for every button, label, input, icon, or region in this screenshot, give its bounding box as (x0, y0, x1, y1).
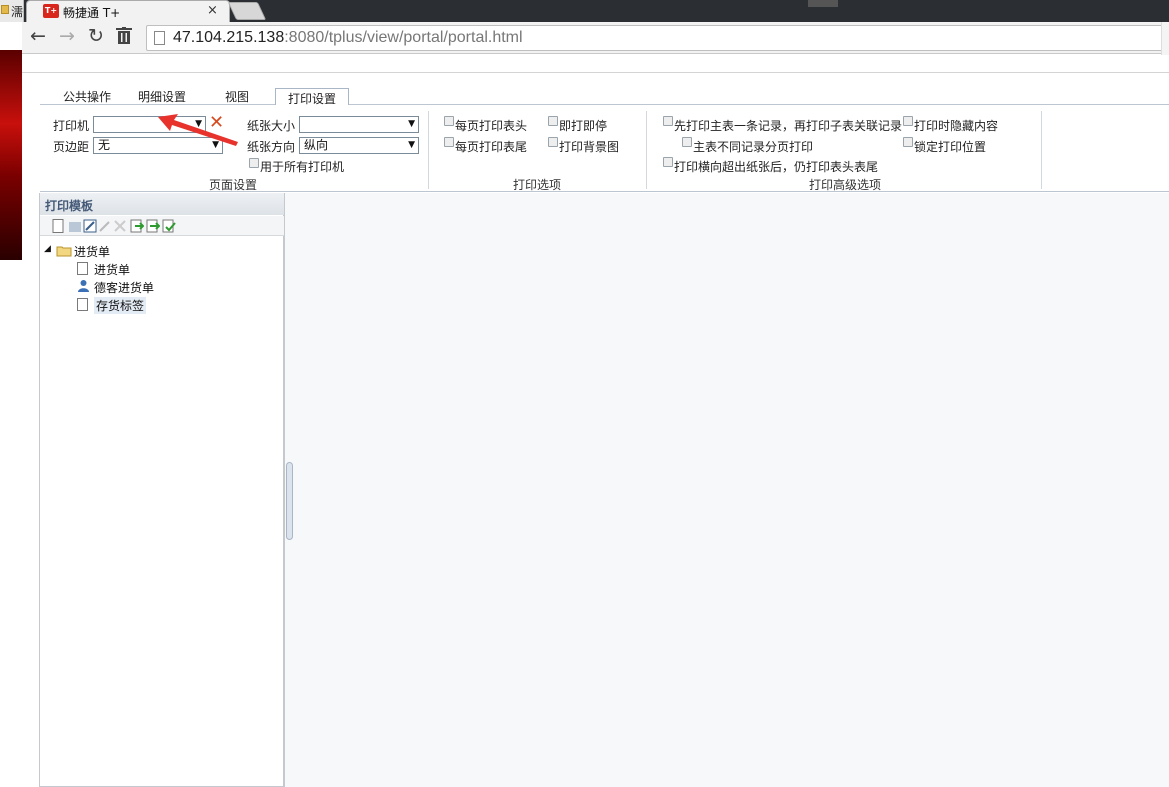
new-template-icon[interactable] (52, 219, 66, 233)
trash-icon[interactable] (116, 27, 132, 49)
page-icon (154, 31, 165, 45)
window-control[interactable] (808, 0, 838, 7)
import-template-icon[interactable] (130, 219, 145, 233)
print-background-checkbox[interactable] (548, 137, 558, 147)
address-bar[interactable]: 47.104.215.138:8080/tplus/view/portal/po… (146, 25, 1169, 51)
group-divider (646, 111, 647, 189)
group-divider (1041, 111, 1042, 189)
desktop-background (0, 22, 22, 787)
design-template-icon[interactable] (68, 219, 82, 233)
paper-size-select[interactable]: ▼ (299, 116, 419, 133)
tab-detail-settings[interactable]: 明细设置 (138, 88, 186, 105)
orientation-value: 纵向 (304, 138, 329, 152)
header-each-page-label: 每页打印表头 (455, 119, 528, 133)
print-options-group-label: 打印选项 (513, 178, 562, 192)
tab-label: 濡 (11, 5, 24, 19)
annotation-arrow-icon (158, 114, 238, 146)
footer-each-page-label: 每页打印表尾 (455, 140, 528, 154)
browser-toolbar: ← → ↻ 47.104.215.138:8080/tplus/view/por… (22, 22, 1169, 54)
lock-position-checkbox[interactable] (903, 137, 913, 147)
print-stop-checkbox[interactable] (548, 116, 558, 126)
tplus-logo-icon: T+ (43, 4, 59, 18)
print-background-label: 打印背景图 (559, 140, 620, 154)
document-icon (77, 262, 88, 275)
url-path: :8080/tplus/view/portal/portal.html (284, 29, 523, 46)
tree-root-label[interactable]: 进货单 (74, 243, 110, 260)
tree-expand-icon[interactable]: ◢ (44, 244, 51, 254)
print-stop-label: 即打即停 (559, 119, 608, 133)
tree-item-selected[interactable]: 存货标签 (94, 297, 147, 314)
orientation-label: 纸张方向 (247, 140, 296, 154)
tab-title: 畅捷通 T+ (63, 6, 121, 20)
tab-print-settings[interactable]: 打印设置 (275, 88, 350, 106)
reload-icon[interactable]: ↻ (88, 25, 104, 47)
margin-label: 页边距 (53, 140, 90, 154)
page-setup-group-label: 页面设置 (209, 178, 258, 192)
back-icon[interactable]: ← (30, 25, 46, 47)
hide-content-label: 打印时隐藏内容 (914, 119, 999, 133)
document-icon (77, 298, 88, 311)
main-first-checkbox[interactable] (663, 116, 673, 126)
folder-open-icon (56, 245, 72, 260)
page-by-main-label: 主表不同记录分页打印 (693, 140, 814, 154)
template-panel: 打印模板 ◢ 进货单 进货单 德客进货单 存货标签 (39, 193, 284, 787)
chevron-down-icon: ▼ (408, 140, 415, 150)
user-icon (77, 279, 90, 296)
tree-item[interactable]: 德客进货单 (94, 279, 154, 296)
all-printers-checkbox[interactable] (249, 158, 259, 168)
folder-icon (1, 5, 9, 14)
template-panel-title: 打印模板 (45, 199, 94, 213)
tab-common-operations[interactable]: 公共操作 (63, 88, 111, 105)
delete-template-icon[interactable] (113, 219, 127, 233)
group-divider (428, 111, 429, 189)
url-host: 47.104.215.138 (173, 29, 285, 46)
tab-close-icon[interactable]: × (207, 3, 218, 18)
margin-value: 无 (98, 138, 111, 152)
footer-each-page-checkbox[interactable] (444, 137, 454, 147)
tree-item[interactable]: 进货单 (94, 261, 130, 278)
divider (22, 72, 1169, 73)
edit-template-icon[interactable] (83, 219, 97, 233)
ribbon-tab-bar: 公共操作 明细设置 视图 打印设置 (40, 86, 1169, 106)
tab-view[interactable]: 视图 (225, 88, 249, 105)
template-preview-area (285, 193, 1169, 787)
template-panel-header: 打印模板 (40, 193, 284, 215)
main-first-label: 先打印主表一条记录，再打印子表关联记录 (674, 119, 903, 133)
header-each-page-checkbox[interactable] (444, 116, 454, 126)
template-toolbar (40, 216, 284, 236)
browser-tab-previous[interactable]: 濡 (0, 0, 24, 22)
splitter-handle[interactable] (286, 462, 293, 540)
advanced-group-label: 打印高级选项 (809, 178, 882, 192)
lock-position-label: 锁定打印位置 (914, 140, 987, 154)
forward-icon[interactable]: → (59, 25, 75, 47)
chevron-down-icon: ▼ (408, 119, 415, 129)
printer-label: 打印机 (53, 119, 90, 133)
refresh-template-icon[interactable] (162, 219, 176, 233)
export-template-icon[interactable] (146, 219, 161, 233)
horizontal-overflow-label: 打印横向超出纸张后，仍打印表头表尾 (674, 160, 879, 174)
page-by-main-checkbox[interactable] (682, 137, 692, 147)
url-text: 47.104.215.138:8080/tplus/view/portal/po… (173, 29, 523, 47)
orientation-select[interactable]: 纵向 ▼ (299, 137, 419, 154)
all-printers-label: 用于所有打印机 (260, 160, 345, 174)
paper-size-label: 纸张大小 (247, 119, 296, 133)
hide-content-checkbox[interactable] (903, 116, 913, 126)
horizontal-overflow-checkbox[interactable] (663, 157, 673, 167)
browser-tab-active[interactable]: T+ 畅捷通 T+ × (26, 0, 230, 22)
rename-template-icon[interactable] (98, 219, 112, 233)
